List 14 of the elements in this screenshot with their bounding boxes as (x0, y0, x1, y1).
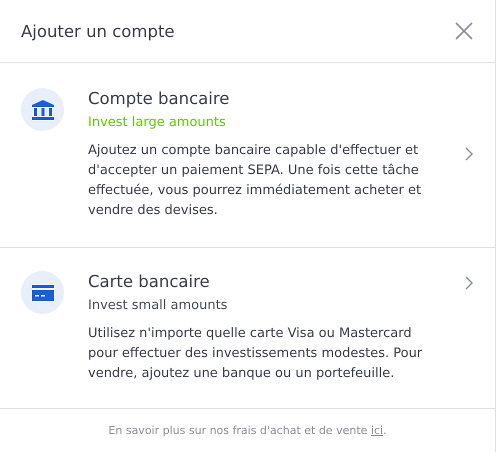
credit-card-icon (32, 284, 54, 300)
bank-icon (32, 100, 54, 120)
account-option[interactable]: Carte bancaire Invest small amounts Utilisez n'importe quelle carte Visa ou Mastercard pour effectuer des investissements modestes. Pour vendre, ajoutez une banque ou un portefeuille. (0, 248, 495, 409)
chevron-right-icon (465, 147, 473, 161)
option-subtitle: Invest small amounts (88, 297, 228, 315)
option-title: Carte bancaire (88, 271, 211, 293)
option-subtitle: Invest large amounts (88, 114, 227, 132)
dialog-title: Ajouter un compte (21, 22, 175, 40)
option-description: Ajoutez un compte bancaire capable d'effectuer et d'accepter un paiement SEPA. Une fois cette tâche effectuée, vous pourrez immédiatement acheter et vendre des devises. (88, 142, 422, 220)
option-description: Utilisez n'importe quelle carte Visa ou Mastercard pour effectuer des investissements modestes. Pour vendre, ajoutez une banque ou un portefeuille. (88, 325, 424, 383)
close-button[interactable] (455, 22, 473, 40)
option-title: Compte bancaire (88, 88, 230, 110)
chevron-right-icon (465, 276, 473, 290)
footer-text: En savoir plus sur nos frais d'achat et de vente ici. (108, 424, 387, 437)
